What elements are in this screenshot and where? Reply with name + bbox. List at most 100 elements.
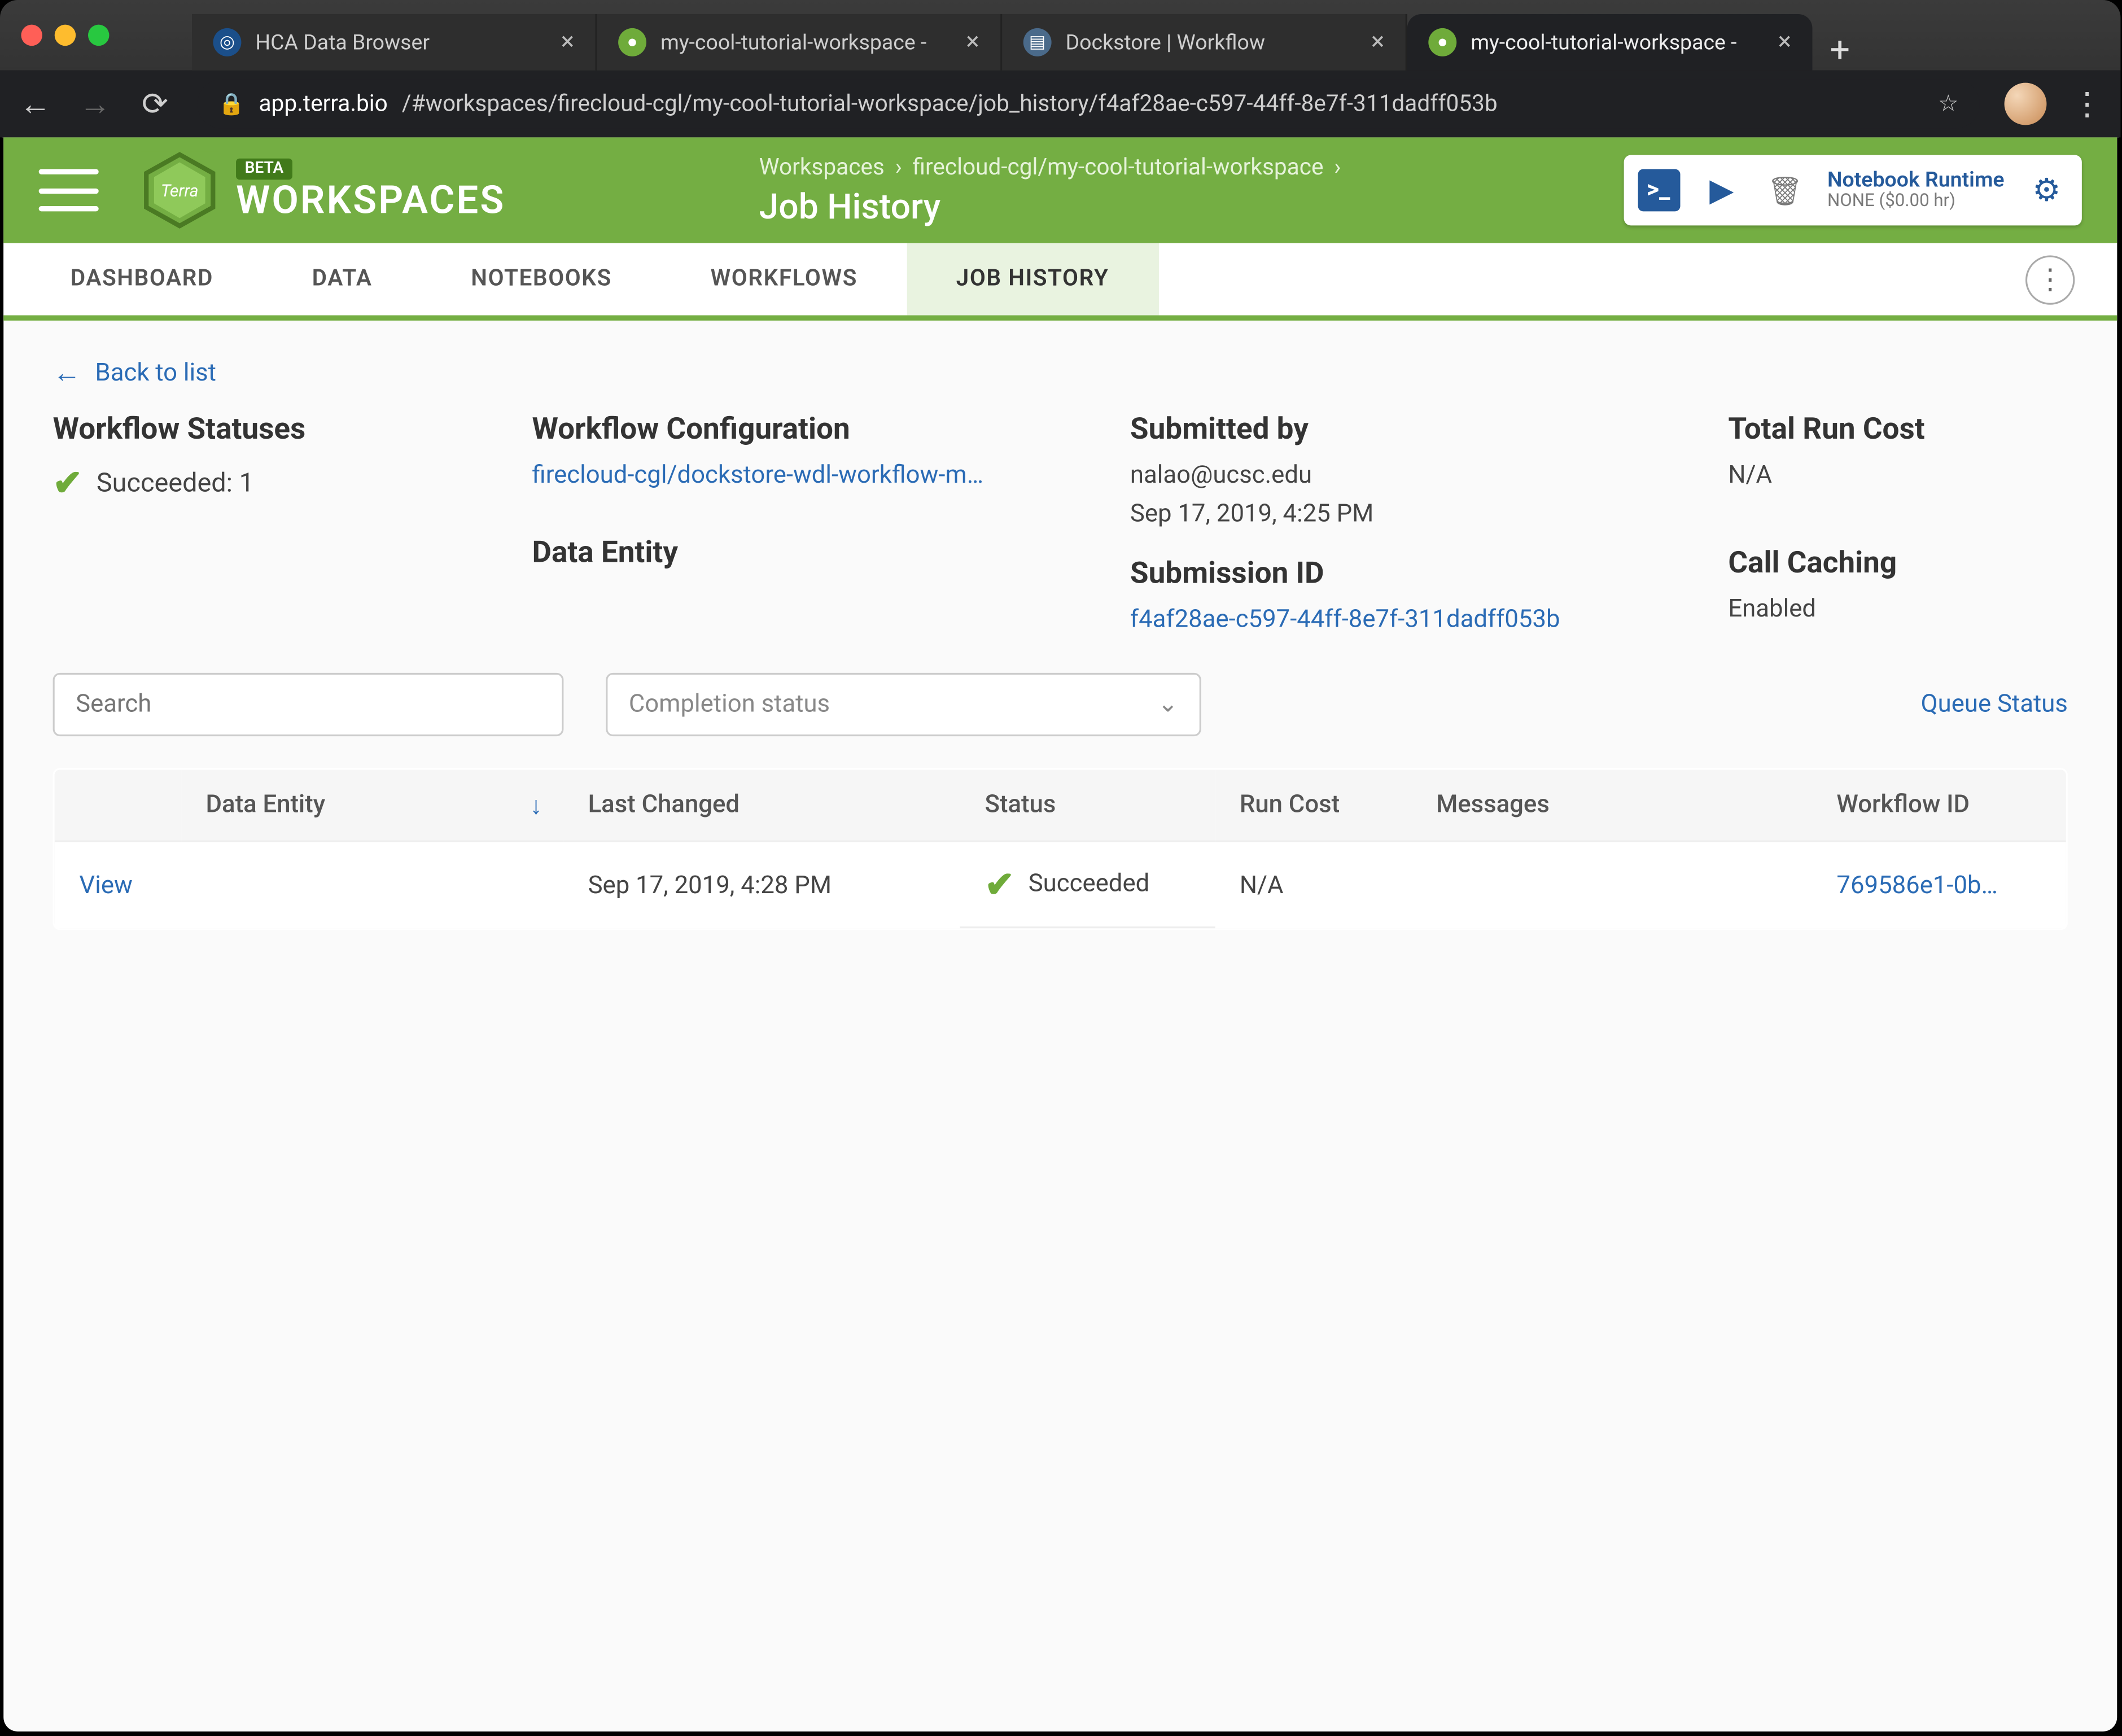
- tab-job-history[interactable]: JOB HISTORY: [907, 243, 1158, 316]
- runtime-title: Notebook Runtime: [1827, 169, 2005, 192]
- brand-logo[interactable]: Terra BETA WORKSPACES: [141, 151, 506, 229]
- total-run-cost-heading: Total Run Cost: [1728, 412, 2068, 447]
- breadcrumb-root[interactable]: Workspaces: [759, 154, 885, 181]
- tab-title: Dockstore | Workflow: [1066, 30, 1357, 55]
- submitted-at-value: Sep 17, 2019, 4:25 PM: [1130, 500, 1622, 528]
- browser-toolbar: ← → ⟳ 🔒 app.terra.bio /#workspaces/firecl…: [0, 71, 2120, 138]
- close-tab-icon[interactable]: ×: [966, 28, 979, 56]
- breadcrumb-workspace[interactable]: firecloud-cgl/my-cool-tutorial-workspace: [913, 154, 1324, 181]
- back-to-list-link[interactable]: ← Back to list: [53, 356, 2068, 391]
- url-path: /#workspaces/firecloud-cgl/my-cool-tutor…: [402, 91, 1498, 117]
- lock-icon: 🔒: [218, 91, 245, 116]
- runtime-subtitle: NONE ($0.00 hr): [1827, 192, 2005, 211]
- notebook-runtime-panel: >_ ▶ 🗑 Notebook Runtime NONE ($0.00 hr) …: [1623, 155, 2082, 226]
- workflow-statuses-heading: Workflow Statuses: [53, 412, 427, 447]
- new-tab-button[interactable]: +: [1812, 28, 1867, 71]
- page-title: Job History: [759, 184, 1341, 226]
- reload-button[interactable]: ⟳: [137, 85, 172, 123]
- check-icon: ✔: [985, 863, 1014, 906]
- tab-title: my-cool-tutorial-workspace -: [1471, 30, 1764, 55]
- window-close-button[interactable]: [21, 25, 42, 46]
- window-titlebar: ◎ HCA Data Browser × ● my-cool-tutorial-…: [0, 0, 2120, 71]
- total-run-cost-value: N/A: [1728, 461, 2068, 489]
- browser-tab-active[interactable]: ● my-cool-tutorial-workspace - ×: [1407, 14, 1813, 71]
- favicon: ▤: [1023, 28, 1052, 56]
- breadcrumb: Workspaces › firecloud-cgl/my-cool-tutor…: [759, 154, 1341, 226]
- back-button[interactable]: ←: [17, 85, 52, 123]
- check-icon: ✔: [53, 461, 82, 504]
- workspace-tabs: DASHBOARD DATA NOTEBOOKS WORKFLOWS JOB H…: [3, 243, 2117, 321]
- data-entity-heading: Data Entity: [532, 535, 1024, 570]
- window-zoom-button[interactable]: [88, 25, 109, 46]
- app-header: Terra BETA WORKSPACES Workspaces › firec…: [3, 137, 2117, 243]
- workflow-config-link[interactable]: firecloud-cgl/dockstore-wdl-workflow-m…: [532, 461, 1024, 489]
- svg-text:Terra: Terra: [161, 181, 199, 201]
- browser-tab[interactable]: ▤ Dockstore | Workflow ×: [1002, 14, 1407, 71]
- tab-dashboard[interactable]: DASHBOARD: [21, 243, 262, 316]
- close-tab-icon[interactable]: ×: [1371, 28, 1384, 56]
- cell-status: ✔ Succeeded: [960, 842, 1215, 928]
- cell-workflow-id[interactable]: 769586e1-0b…: [1812, 841, 2067, 929]
- col-status-header[interactable]: Status: [960, 769, 1215, 841]
- gear-icon[interactable]: ⚙: [2025, 169, 2068, 212]
- chevron-right-icon: ›: [895, 154, 902, 181]
- chevron-right-icon: ›: [1334, 154, 1341, 181]
- cell-last-changed: Sep 17, 2019, 4:28 PM: [563, 841, 960, 929]
- completion-status-label: Completion status: [629, 690, 830, 719]
- trash-icon[interactable]: 🗑: [1764, 169, 1806, 212]
- profile-avatar[interactable]: [2005, 83, 2047, 125]
- favicon: ●: [618, 28, 646, 56]
- bookmark-icon[interactable]: ☆: [1938, 91, 1958, 117]
- browser-tab[interactable]: ● my-cool-tutorial-workspace - ×: [597, 14, 1003, 71]
- call-caching-heading: Call Caching: [1728, 546, 2068, 581]
- tab-notebooks[interactable]: NOTEBOOKS: [422, 243, 661, 316]
- browser-tabs: ◎ HCA Data Browser × ● my-cool-tutorial-…: [192, 0, 2099, 71]
- status-text: Succeeded: 1: [97, 467, 254, 499]
- forward-button[interactable]: →: [77, 85, 112, 123]
- beta-badge: BETA: [236, 158, 292, 178]
- col-workflow-id-header[interactable]: Workflow ID: [1812, 769, 2067, 841]
- favicon: ●: [1428, 28, 1456, 56]
- submitted-by-heading: Submitted by: [1130, 412, 1622, 447]
- menu-icon[interactable]: [39, 169, 99, 212]
- browser-menu-icon[interactable]: ⋮: [2071, 85, 2103, 123]
- submission-id-link[interactable]: f4af28ae-c597-44ff-8e7f-311dadff053b: [1130, 606, 1622, 634]
- cell-data-entity: [181, 841, 563, 929]
- status-succeeded-row: ✔ Succeeded: 1: [53, 461, 427, 504]
- window-minimize-button[interactable]: [55, 25, 76, 46]
- job-history-content: ← Back to list Workflow Statuses ✔ Succe…: [3, 321, 2117, 1731]
- terra-hex-icon: Terra: [141, 151, 218, 229]
- play-icon[interactable]: ▶: [1700, 169, 1743, 212]
- back-link-label: Back to list: [95, 359, 216, 387]
- tab-workflows[interactable]: WORKFLOWS: [661, 243, 907, 316]
- status-label: Succeeded: [1029, 870, 1150, 898]
- col-view-header[interactable]: [54, 769, 181, 841]
- close-tab-icon[interactable]: ×: [1778, 28, 1791, 56]
- queue-status-link[interactable]: Queue Status: [1921, 690, 2068, 719]
- tab-data[interactable]: DATA: [262, 243, 422, 316]
- favicon: ◎: [213, 28, 242, 56]
- workflow-table: Data Entity Last Changed Status Run Cost…: [53, 768, 2068, 930]
- tab-title: HCA Data Browser: [255, 30, 546, 55]
- chevron-down-icon: ⌄: [1158, 690, 1179, 719]
- url-host: app.terra.bio: [259, 91, 387, 117]
- col-data-entity-header[interactable]: Data Entity: [181, 769, 563, 841]
- table-row: View Sep 17, 2019, 4:28 PM ✔ Succeeded N…: [54, 841, 2067, 929]
- terminal-icon[interactable]: >_: [1637, 169, 1679, 212]
- address-bar[interactable]: 🔒 app.terra.bio /#workspaces/firecloud-cg…: [197, 79, 1979, 128]
- submitted-by-value: nalao@ucsc.edu: [1130, 461, 1622, 489]
- submission-id-heading: Submission ID: [1130, 557, 1622, 592]
- search-input[interactable]: [53, 673, 564, 736]
- browser-tab[interactable]: ◎ HCA Data Browser ×: [192, 14, 597, 71]
- col-messages-header[interactable]: Messages: [1411, 769, 1812, 841]
- tab-title: my-cool-tutorial-workspace -: [660, 30, 952, 55]
- tab-overflow-icon[interactable]: ⋮: [2025, 255, 2075, 304]
- close-tab-icon[interactable]: ×: [561, 28, 574, 56]
- arrow-left-icon: ←: [53, 356, 81, 391]
- completion-status-select[interactable]: Completion status ⌄: [606, 673, 1201, 736]
- col-last-changed-header[interactable]: Last Changed: [563, 769, 960, 841]
- workflow-config-heading: Workflow Configuration: [532, 412, 1024, 447]
- brand-name: WORKSPACES: [236, 179, 505, 223]
- view-link[interactable]: View: [79, 871, 132, 899]
- col-run-cost-header[interactable]: Run Cost: [1215, 769, 1411, 841]
